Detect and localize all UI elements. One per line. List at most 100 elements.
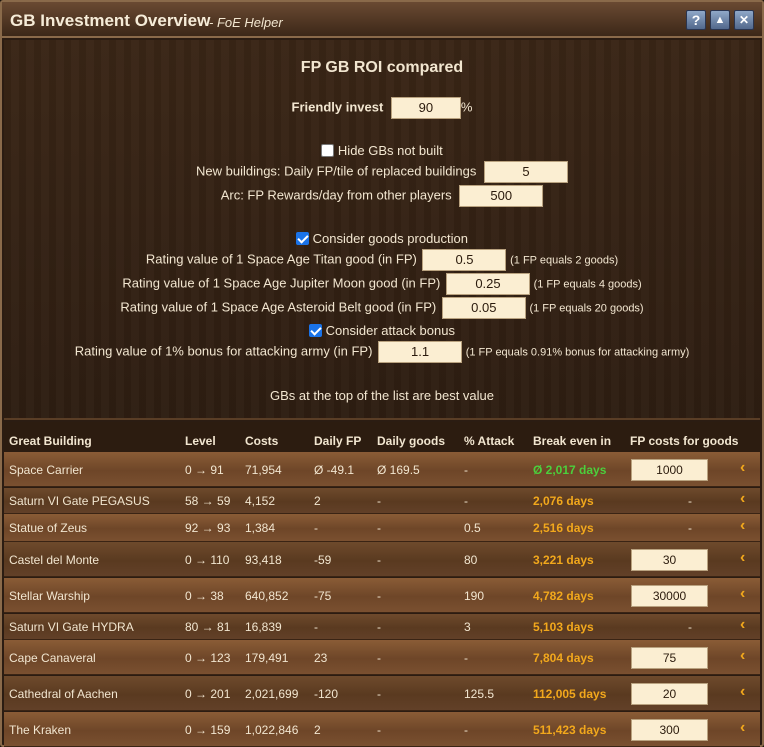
cell-daily-goods: - [377, 687, 381, 701]
settings-panel: FP GB ROI compared Friendly invest 90% H… [4, 40, 760, 420]
cell-daily-goods: - [377, 494, 381, 508]
expand-chevron-icon[interactable]: ‹ [740, 459, 745, 477]
expand-chevron-icon[interactable]: ‹ [740, 683, 745, 701]
expand-chevron-icon[interactable]: ‹ [740, 517, 745, 535]
fp-costs-input[interactable]: 75 [631, 647, 708, 669]
cell-attack: - [464, 463, 468, 477]
cell-attack: - [464, 723, 468, 737]
fp-costs-input[interactable]: 20 [631, 683, 708, 705]
cell-costs: 16,839 [245, 620, 282, 634]
settings-heading: FP GB ROI compared [300, 59, 464, 76]
cell-daily-fp: -59 [314, 553, 332, 567]
table-row[interactable]: Castel del Monte 0 → 110 93,418 -59 - 80 3,221… [4, 542, 760, 577]
cell-daily-goods: - [377, 651, 381, 665]
title-bar[interactable]: GB Investment Overview - FoE Helper ? ▲ … [2, 2, 762, 38]
cell-attack: 80 [464, 553, 478, 567]
cell-building: Cape Canaveral [9, 651, 96, 665]
fp-costs-input[interactable]: 30 [631, 549, 708, 571]
asteroid-input[interactable]: 0.05 [441, 297, 526, 319]
cell-costs: 71,954 [245, 463, 282, 477]
cell-building: Saturn VI Gate HYDRA [9, 620, 134, 634]
col-daily-fp-header[interactable]: Daily FP [314, 434, 361, 448]
expand-chevron-icon[interactable]: ‹ [740, 490, 745, 508]
cell-daily-goods: - [377, 620, 381, 634]
percent-unit: % [460, 99, 473, 115]
cell-break-even: 2,076 days [533, 494, 594, 508]
arc-row: Arc: FP Rewards/day from other players 5… [4, 185, 760, 207]
friendly-invest-row: Friendly invest 90% [4, 97, 760, 119]
cell-level: 80 → 81 [185, 620, 231, 634]
cell-building: Space Carrier [9, 463, 84, 477]
expand-chevron-icon[interactable]: ‹ [740, 549, 745, 567]
cell-fp-costs: - [688, 521, 692, 535]
help-button[interactable]: ? [686, 10, 706, 30]
cell-attack: 190 [464, 589, 485, 603]
titan-row: Rating value of 1 Space Age Titan good (… [4, 249, 760, 271]
cell-costs: 640,852 [245, 589, 289, 603]
consider-attack-row: Consider attack bonus [4, 323, 760, 338]
cell-attack: - [464, 651, 468, 665]
attack-label: Rating value of 1% bonus for attacking a… [74, 343, 373, 359]
attack-input[interactable]: 1.1 [378, 341, 463, 363]
cell-attack: 0.5 [464, 521, 481, 535]
cell-break-even: 511,423 days [533, 723, 607, 737]
table-row[interactable]: Cathedral of Aachen 0 → 201 2,021,699 -120 -… [4, 676, 760, 711]
attack-row: Rating value of 1% bonus for attacking a… [4, 341, 760, 363]
cell-level: 0 → 38 [185, 589, 224, 603]
fp-costs-input[interactable]: 30000 [631, 585, 708, 607]
table-row[interactable]: Cape Canaveral 0 → 123 179,491 23 - - 7,804 da… [4, 640, 760, 675]
gb-investment-window: GB Investment Overview - FoE Helper ? ▲ … [0, 0, 764, 747]
consider-attack-label: Consider attack bonus [325, 323, 455, 338]
cell-costs: 1,384 [245, 521, 276, 535]
col-level-header[interactable]: Level [185, 434, 216, 448]
consider-goods-checkbox[interactable] [295, 232, 309, 246]
hide-gbs-checkbox[interactable] [321, 144, 335, 158]
arc-input[interactable]: 500 [459, 185, 544, 207]
col-break-even-header[interactable]: Break even in [533, 434, 611, 448]
new-buildings-label: New buildings: Daily FP/tile of replaced… [196, 163, 477, 179]
friendly-invest-input[interactable]: 90 [390, 97, 461, 119]
titan-note: (1 FP equals 2 goods) [510, 254, 619, 267]
table-row[interactable]: Saturn VI Gate PEGASUS 58 → 59 4,152 2 - - 2,0… [4, 488, 760, 514]
fp-costs-input[interactable]: 300 [631, 719, 708, 741]
expand-chevron-icon[interactable]: ‹ [740, 616, 745, 634]
table-row[interactable]: The Kraken 0 → 159 1,022,846 2 - - 511,423 day… [4, 712, 760, 747]
cell-building: Stellar Warship [9, 589, 90, 603]
cell-break-even: 7,804 days [533, 651, 594, 665]
cell-level: 92 → 93 [185, 521, 231, 535]
col-attack-header[interactable]: % Attack [464, 434, 514, 448]
expand-chevron-icon[interactable]: ‹ [740, 719, 745, 737]
cell-level: 0 → 123 [185, 651, 231, 665]
new-buildings-input[interactable]: 5 [484, 161, 568, 183]
table-row[interactable]: Saturn VI Gate HYDRA 80 → 81 16,839 - - 3 5,10… [4, 614, 760, 640]
table-row[interactable]: Statue of Zeus 92 → 93 1,384 - - 0.5 2,516 day… [4, 514, 760, 542]
cell-daily-goods: - [377, 589, 381, 603]
cell-daily-goods: - [377, 723, 381, 737]
asteroid-row: Rating value of 1 Space Age Asteroid Bel… [4, 297, 760, 319]
table-row[interactable]: Stellar Warship 0 → 38 640,852 -75 - 190 4,782… [4, 578, 760, 613]
cell-fp-costs: - [688, 494, 692, 508]
consider-attack-checkbox[interactable] [309, 324, 322, 338]
col-daily-goods-header[interactable]: Daily goods [377, 434, 445, 448]
cell-building: Saturn VI Gate PEGASUS [9, 494, 150, 508]
cell-daily-fp: -75 [314, 589, 332, 603]
cell-costs: 93,418 [245, 553, 282, 567]
arc-label: Arc: FP Rewards/day from other players [220, 187, 452, 203]
col-building-header[interactable]: Great Building [9, 434, 92, 448]
table-row[interactable]: Space Carrier 0 → 91 71,954 Ø -49.1 Ø 169.5 -… [4, 452, 760, 487]
hide-gbs-row: Hide GBs not built [4, 143, 760, 158]
minimize-button[interactable]: ▲ [710, 10, 730, 30]
cell-daily-fp: 23 [314, 651, 328, 665]
cell-daily-goods: Ø 169.5 [377, 463, 420, 477]
col-costs-header[interactable]: Costs [245, 434, 278, 448]
titan-input[interactable]: 0.5 [422, 249, 507, 271]
cell-daily-fp: - [314, 620, 318, 634]
col-fp-costs-header[interactable]: FP costs for goods [630, 434, 738, 448]
expand-chevron-icon[interactable]: ‹ [740, 585, 745, 603]
best-value-note: GBs at the top of the list are best valu… [269, 388, 494, 403]
expand-chevron-icon[interactable]: ‹ [740, 647, 745, 665]
cell-fp-costs: - [688, 620, 692, 634]
jupiter-input[interactable]: 0.25 [445, 273, 530, 295]
fp-costs-input[interactable]: 1000 [631, 459, 708, 481]
close-button[interactable]: ✕ [734, 10, 754, 30]
